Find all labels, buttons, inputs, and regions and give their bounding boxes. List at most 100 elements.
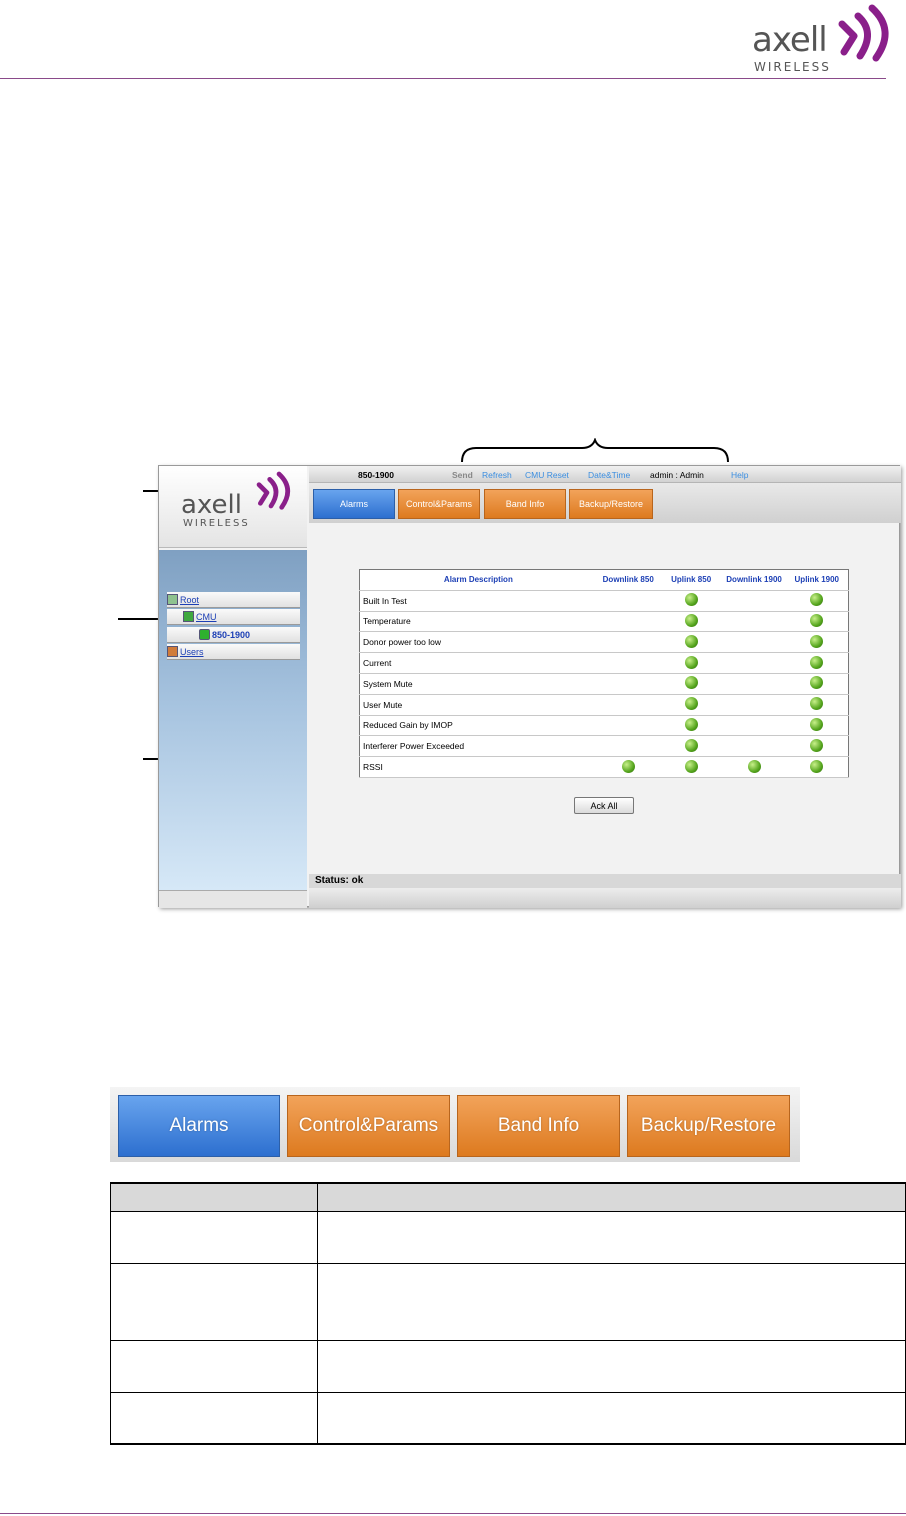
sidebar: axell WIRELESS Root CMU 850-1900 Users	[159, 466, 307, 908]
send-link[interactable]: Send	[452, 470, 473, 480]
page-logo: axell WIRELESS	[750, 2, 895, 76]
alarm-label: Built In Test	[359, 590, 597, 612]
led-cell	[596, 735, 660, 758]
status-led-icon	[810, 717, 824, 731]
status-led-icon	[684, 697, 698, 711]
alarm-row: Built In Test	[359, 590, 849, 612]
tree-item-label: Users	[180, 646, 204, 657]
tree-item-850-1900[interactable]: 850-1900	[167, 627, 300, 643]
alarm-row: Temperature	[359, 611, 849, 633]
tree-item-label: Root	[180, 594, 200, 605]
led-cell	[785, 735, 849, 758]
status-led-icon	[810, 759, 824, 773]
status-led-icon	[621, 759, 635, 773]
tree-item-cmu[interactable]: CMU	[167, 609, 300, 625]
table-row	[110, 1210, 906, 1264]
led-cell	[722, 715, 786, 737]
refresh-link[interactable]: Refresh	[482, 470, 512, 480]
sidebar-logo-subtitle: WIRELESS	[183, 518, 250, 529]
led-cell	[722, 673, 786, 695]
status-led-icon	[684, 717, 698, 731]
status-led-icon	[810, 738, 824, 752]
cmu-reset-link[interactable]: CMU Reset	[525, 470, 569, 480]
led-cell	[596, 652, 660, 674]
status-led-icon	[810, 613, 824, 627]
table-cell	[110, 1210, 318, 1264]
status-bar: Status: ok	[309, 874, 901, 888]
alarm-row: Current	[359, 652, 849, 674]
header-downlink-850: Downlink 850	[596, 569, 660, 591]
led-cell	[722, 631, 786, 654]
alarm-row: System Mute	[359, 673, 849, 695]
tab-alarms[interactable]: Alarms	[313, 489, 395, 519]
date-time-link[interactable]: Date&Time	[588, 470, 630, 480]
tabs-closeup: Alarms Control&Params Band Info Backup/R…	[110, 1087, 800, 1162]
led-cell	[659, 735, 723, 758]
alarm-label: Temperature	[359, 611, 597, 633]
tab-bar: Alarms Control&Params Band Info Backup/R…	[309, 483, 901, 523]
device-name: 850-1900	[358, 470, 394, 480]
closeup-tab-control-params: Control&Params	[287, 1095, 450, 1157]
status-led-icon	[684, 738, 698, 752]
footer-rule	[0, 1513, 906, 1514]
toolbar: 850-1900 Send Refresh CMU Reset Date&Tim…	[309, 466, 901, 483]
header-uplink-850: Uplink 850	[659, 569, 723, 591]
led-cell	[785, 694, 849, 716]
led-cell	[596, 694, 660, 716]
led-cell	[659, 590, 723, 612]
logo-wordmark: axell	[752, 20, 828, 60]
web-gui-screenshot: axell WIRELESS Root CMU 850-1900 Users 8…	[158, 465, 901, 908]
led-cell	[659, 694, 723, 716]
led-cell	[659, 673, 723, 695]
table-cell	[110, 1262, 318, 1341]
header-cell	[317, 1182, 906, 1212]
led-cell	[596, 756, 660, 778]
table-cell	[110, 1339, 318, 1393]
table-cell	[110, 1391, 318, 1445]
ack-all-button[interactable]: Ack All	[574, 797, 634, 814]
tab-control-params[interactable]: Control&Params	[398, 489, 480, 519]
alarm-label: System Mute	[359, 673, 597, 695]
cmu-icon	[183, 611, 194, 622]
tree-item-label: 850-1900	[212, 629, 251, 640]
tab-band-info[interactable]: Band Info	[484, 489, 566, 519]
help-link[interactable]: Help	[731, 470, 748, 480]
led-cell	[785, 715, 849, 737]
led-cell	[659, 611, 723, 633]
led-cell	[596, 590, 660, 612]
led-cell	[596, 611, 660, 633]
header-rule	[0, 78, 886, 79]
status-led-icon	[684, 613, 698, 627]
header-downlink-1900: Downlink 1900	[722, 569, 786, 591]
tab-backup-restore[interactable]: Backup/Restore	[569, 489, 653, 519]
header-uplink-1900: Uplink 1900	[785, 569, 849, 591]
led-cell	[722, 694, 786, 716]
tree-item-users[interactable]: Users	[167, 644, 300, 660]
root-icon	[167, 594, 178, 605]
alarm-row: User Mute	[359, 694, 849, 716]
closeup-tab-alarms: Alarms	[118, 1095, 280, 1157]
alarm-label: Interferer Power Exceeded	[359, 735, 597, 758]
table-cell	[317, 1210, 906, 1264]
alarm-row: RSSI	[359, 756, 849, 778]
table-cell	[317, 1339, 906, 1393]
status-led-icon	[684, 676, 698, 690]
led-cell	[722, 652, 786, 674]
alarm-row: Donor power too low	[359, 631, 849, 654]
alarm-label: Donor power too low	[359, 631, 597, 654]
status-led-icon	[684, 634, 698, 648]
led-cell	[659, 756, 723, 778]
bottom-strip	[309, 888, 901, 908]
users-icon	[167, 646, 178, 657]
status-led-icon	[684, 593, 698, 607]
led-cell	[596, 673, 660, 695]
alarm-row: Interferer Power Exceeded	[359, 735, 849, 758]
status-led-icon	[810, 676, 824, 690]
led-cell	[659, 631, 723, 654]
alarm-label: User Mute	[359, 694, 597, 716]
status-led-icon	[810, 697, 824, 711]
tree-item-root[interactable]: Root	[167, 592, 300, 608]
table-cell	[317, 1391, 906, 1445]
description-table-header	[110, 1182, 906, 1212]
sidebar-logo: axell WIRELESS	[159, 466, 307, 548]
